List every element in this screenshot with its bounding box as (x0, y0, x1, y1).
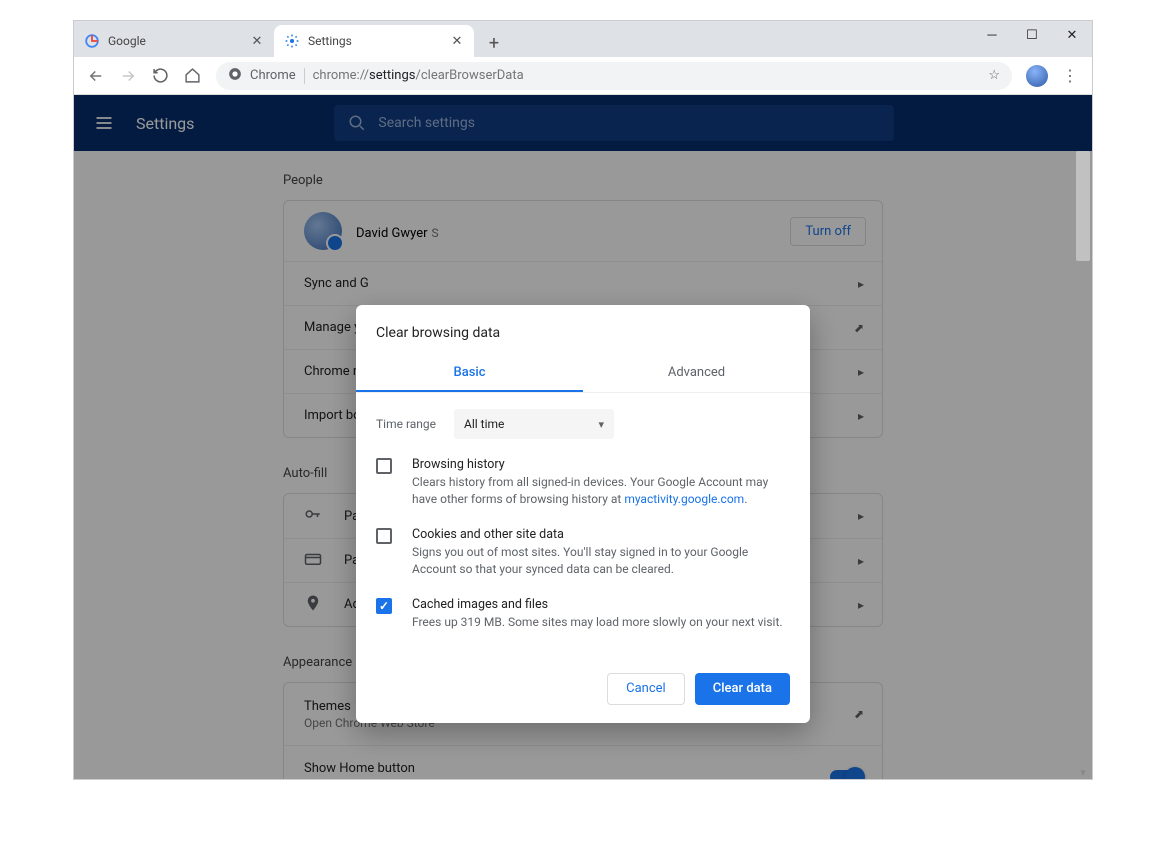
maximize-button[interactable]: ☐ (1012, 21, 1052, 49)
new-tab-button[interactable]: + (480, 29, 508, 57)
dialog-tabs: Basic Advanced (356, 355, 810, 393)
address-bar[interactable]: Chrome chrome://settings/clearBrowserDat… (216, 62, 1012, 90)
scroll-down-icon[interactable]: ▾ (1076, 765, 1090, 779)
tab-strip: Google ✕ Settings ✕ + (74, 21, 508, 57)
toolbar: Chrome chrome://settings/clearBrowserDat… (74, 57, 1092, 95)
myactivity-link[interactable]: myactivity.google.com (624, 492, 744, 506)
close-window-button[interactable]: ✕ (1052, 21, 1092, 49)
time-range-row: Time range All time (376, 409, 790, 439)
checkbox-history[interactable] (376, 458, 392, 474)
checkbox-cookies[interactable] (376, 528, 392, 544)
check-title: Cookies and other site data (412, 527, 790, 542)
divider (304, 68, 305, 84)
check-cache: Cached images and files Frees up 319 MB.… (376, 597, 790, 631)
check-desc: Signs you out of most sites. You'll stay… (412, 544, 790, 579)
scrollbar-thumb[interactable] (1076, 151, 1090, 261)
browser-window: Google ✕ Settings ✕ + ─ ☐ ✕ (73, 20, 1093, 780)
close-tab-icon[interactable]: ✕ (250, 34, 264, 48)
tab-title: Google (108, 34, 250, 48)
back-button[interactable] (82, 62, 110, 90)
content-area: Settings People David Gwyer S Turn off (74, 95, 1092, 779)
minimize-button[interactable]: ─ (972, 21, 1012, 49)
tab-settings[interactable]: Settings ✕ (274, 25, 474, 57)
tab-title: Settings (308, 34, 450, 48)
check-title: Cached images and files (412, 597, 783, 612)
google-favicon-icon (84, 33, 100, 49)
time-range-label: Time range (376, 417, 436, 431)
home-button[interactable] (178, 62, 206, 90)
check-title: Browsing history (412, 457, 790, 472)
check-desc: Frees up 319 MB. Some sites may load mor… (412, 614, 783, 631)
tab-advanced[interactable]: Advanced (583, 355, 810, 392)
clear-browsing-data-dialog: Clear browsing data Basic Advanced Time … (356, 305, 810, 723)
clear-data-button[interactable]: Clear data (695, 673, 790, 705)
forward-button[interactable] (114, 62, 142, 90)
omnibox-chip: Chrome (250, 68, 296, 83)
dialog-title: Clear browsing data (356, 305, 810, 355)
bookmark-star-icon[interactable]: ☆ (988, 68, 1000, 83)
window-controls: ─ ☐ ✕ (972, 21, 1092, 49)
close-tab-icon[interactable]: ✕ (450, 34, 464, 48)
settings-favicon-icon (284, 33, 300, 49)
dialog-footer: Cancel Clear data (356, 673, 810, 723)
url-text: chrome://settings/clearBrowserData (313, 68, 524, 83)
title-bar: Google ✕ Settings ✕ + ─ ☐ ✕ (74, 21, 1092, 57)
time-range-select[interactable]: All time (454, 409, 614, 439)
tab-basic[interactable]: Basic (356, 355, 583, 392)
menu-button[interactable]: ⋮ (1056, 62, 1084, 90)
cancel-button[interactable]: Cancel (607, 673, 685, 705)
check-desc: Clears history from all signed-in device… (412, 474, 790, 509)
checkbox-cache[interactable] (376, 598, 392, 614)
check-browsing-history: Browsing history Clears history from all… (376, 457, 790, 509)
profile-avatar[interactable] (1026, 65, 1048, 87)
check-cookies: Cookies and other site data Signs you ou… (376, 527, 790, 579)
tab-google[interactable]: Google ✕ (74, 25, 274, 57)
reload-button[interactable] (146, 62, 174, 90)
chrome-icon (228, 67, 242, 85)
